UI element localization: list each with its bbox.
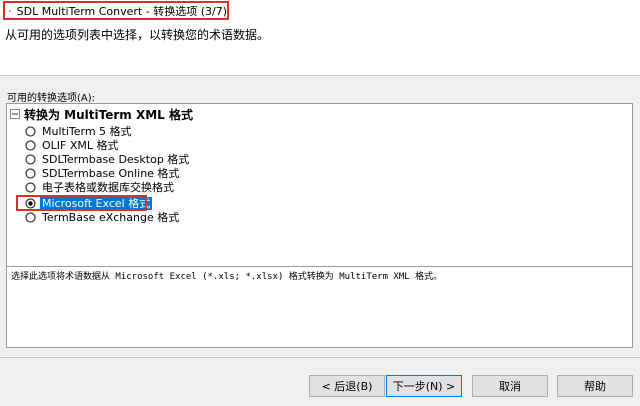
option-spreadsheet-database[interactable]: 电子表格或数据库交换格式 <box>25 180 176 194</box>
option-label: TermBase eXchange 格式 <box>42 210 180 224</box>
option-label: Microsoft Excel 格式 <box>40 196 153 210</box>
title-highlight-box: SDL MultiTerm Convert - 转换选项 (3/7) <box>3 1 229 20</box>
title-bar: SDL MultiTerm Convert - 转换选项 (3/7) <box>0 0 640 22</box>
multiterm-app-icon <box>9 9 11 12</box>
radio-icon[interactable] <box>25 167 36 179</box>
option-termbase-exchange[interactable]: TermBase eXchange 格式 <box>25 210 181 224</box>
tree-root-node[interactable]: 转换为 MultiTerm XML 格式 <box>10 107 193 122</box>
radio-icon[interactable] <box>25 211 36 223</box>
next-button[interactable]: 下一步(N) > <box>386 375 462 397</box>
tree-root-label: 转换为 MultiTerm XML 格式 <box>24 107 193 122</box>
cancel-button[interactable]: 取消 <box>472 375 548 397</box>
window-title: SDL MultiTerm Convert - 转换选项 (3/7) <box>16 4 227 18</box>
radio-icon[interactable] <box>25 125 36 137</box>
option-sdltermbase-desktop[interactable]: SDLTermbase Desktop 格式 <box>25 152 191 166</box>
option-olif-xml[interactable]: OLIF XML 格式 <box>25 138 121 152</box>
footer-divider <box>0 357 640 358</box>
radio-icon[interactable] <box>25 153 36 165</box>
option-microsoft-excel[interactable]: Microsoft Excel 格式 <box>25 196 153 210</box>
option-sdltermbase-online[interactable]: SDLTermbase Online 格式 <box>25 166 181 180</box>
option-multiterm5[interactable]: MultiTerm 5 格式 <box>25 124 134 138</box>
radio-icon[interactable] <box>25 181 36 193</box>
radio-selected-icon[interactable] <box>25 197 36 209</box>
option-label: OLIF XML 格式 <box>42 138 119 152</box>
help-button[interactable]: 帮助 <box>557 375 633 397</box>
conversion-options-tree[interactable]: 转换为 MultiTerm XML 格式 MultiTerm 5 格式 OLIF… <box>6 103 633 267</box>
option-label: 电子表格或数据库交换格式 <box>42 180 174 194</box>
option-label: MultiTerm 5 格式 <box>42 124 132 138</box>
back-button[interactable]: < 后退(B) <box>309 375 385 397</box>
wizard-header: 从可用的选项列表中选择，以转换您的术语数据。 <box>0 22 640 76</box>
radio-icon[interactable] <box>25 139 36 151</box>
option-label: SDLTermbase Desktop 格式 <box>42 152 190 166</box>
wizard-subtitle: 从可用的选项列表中选择，以转换您的术语数据。 <box>5 28 270 42</box>
options-group-label: 可用的转换选项(A): <box>7 93 96 104</box>
collapse-icon[interactable] <box>10 109 20 119</box>
option-label: SDLTermbase Online 格式 <box>42 166 180 180</box>
option-description: 选择此选项将术语数据从 Microsoft Excel (*.xls; *.xl… <box>6 267 633 348</box>
